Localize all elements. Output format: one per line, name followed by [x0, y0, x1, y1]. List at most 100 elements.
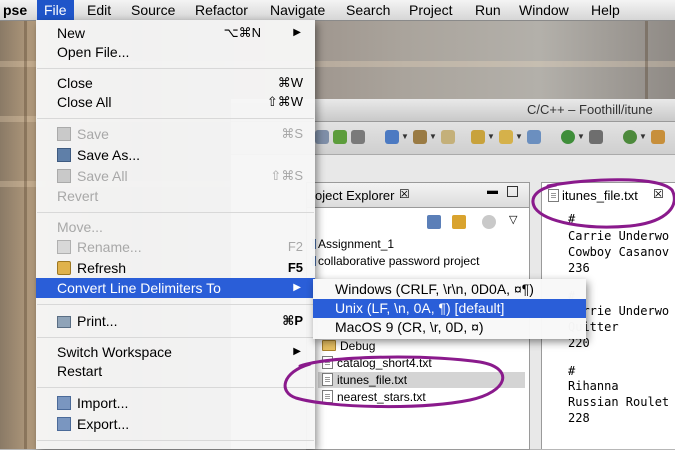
- menu-item-refresh[interactable]: Refresh F5: [36, 258, 315, 278]
- menu-item-convert-line-delimiters[interactable]: Convert Line Delimiters To ▶: [36, 278, 315, 298]
- chevron-down-icon[interactable]: ▼: [639, 132, 647, 141]
- maximize-icon[interactable]: [507, 186, 518, 197]
- menu-item-label: Save All: [77, 168, 128, 184]
- chevron-down-icon[interactable]: ▼: [487, 132, 495, 141]
- build-icon[interactable]: [385, 130, 399, 144]
- menu-item-label: Convert Line Delimiters To: [57, 280, 221, 296]
- chevron-down-icon[interactable]: ▼: [401, 132, 409, 141]
- menu-item-export[interactable]: Export...: [36, 414, 315, 434]
- binary-icon[interactable]: [441, 130, 455, 144]
- filter-icon[interactable]: [482, 215, 496, 229]
- menu-item-label: Save As...: [77, 147, 141, 163]
- tree-item-file[interactable]: nearest_stars.txt: [322, 389, 426, 405]
- submenu-arrow-icon: ▶: [293, 27, 301, 38]
- shortcut-label: F5: [287, 260, 303, 275]
- shortcut-label: ⌘P: [282, 313, 303, 328]
- editor-line: #: [568, 212, 576, 226]
- save-as-icon: [57, 148, 71, 162]
- menu-item-label: Restart: [57, 363, 103, 379]
- menu-edit[interactable]: Edit: [80, 0, 118, 20]
- chevron-down-icon[interactable]: ▼: [515, 132, 523, 141]
- menu-project[interactable]: Project: [402, 0, 460, 20]
- menu-file[interactable]: File: [37, 0, 74, 20]
- text-file-icon: [322, 390, 333, 403]
- menu-item-label: Import...: [77, 395, 129, 411]
- editor-tab-label: itunes_file.txt: [562, 188, 638, 203]
- toolbar-button-icon[interactable]: [315, 130, 329, 144]
- editor-tab[interactable]: itunes_file.txt ☒: [541, 182, 675, 207]
- toolbar-button-icon[interactable]: [351, 130, 365, 144]
- open-file-icon[interactable]: [527, 130, 541, 144]
- menu-item-label: Rename...: [77, 239, 142, 255]
- shortcut-label: ⌥⌘N: [223, 25, 261, 40]
- shortcut-label: ⌘W: [277, 75, 303, 90]
- chevron-down-icon[interactable]: ▼: [577, 132, 585, 141]
- new-folder-icon[interactable]: [471, 130, 485, 144]
- menu-item-move: Move...: [36, 217, 315, 237]
- menu-run[interactable]: Run: [468, 0, 508, 20]
- menu-item-close-all[interactable]: Close All ⇧⌘W: [36, 92, 315, 112]
- search-icon[interactable]: [651, 130, 665, 144]
- menu-source[interactable]: Source: [124, 0, 182, 20]
- menu-item-open-file[interactable]: Open File...: [36, 42, 315, 62]
- menu-item-print[interactable]: Print... ⌘P: [36, 311, 315, 331]
- close-icon[interactable]: ☒: [653, 187, 664, 201]
- shortcut-label: F2: [287, 239, 303, 254]
- tree-item-project[interactable]: collaborative password project: [312, 253, 479, 269]
- close-icon[interactable]: ☒: [399, 187, 410, 201]
- menu-separator: [37, 440, 314, 441]
- view-menu-icon[interactable]: ▽: [509, 213, 517, 226]
- chevron-down-icon[interactable]: ▼: [429, 132, 437, 141]
- tree-item-folder[interactable]: Debug: [322, 338, 375, 354]
- debug-icon[interactable]: [589, 130, 603, 144]
- menu-item-label: Switch Workspace: [57, 344, 172, 360]
- menu-separator: [37, 118, 314, 119]
- menu-help[interactable]: Help: [584, 0, 627, 20]
- line-delimiters-submenu: Windows (CRLF, \r\n, 0D0A, ¤¶) Unix (LF,…: [313, 279, 586, 339]
- rename-icon: [57, 240, 71, 254]
- menu-item-save-as[interactable]: Save As...: [36, 145, 315, 165]
- tree-item-label: catalog_short4.txt: [337, 356, 432, 370]
- settings-gear-icon[interactable]: [623, 130, 637, 144]
- refresh-icon: [57, 261, 71, 275]
- menu-item-close[interactable]: Close ⌘W: [36, 73, 315, 93]
- tree-item-label: Debug: [340, 339, 376, 353]
- hammer-icon[interactable]: [413, 130, 427, 144]
- menu-item-import[interactable]: Import...: [36, 393, 315, 413]
- submenu-item-macos9[interactable]: MacOS 9 (CR, \r, 0D, ¤): [313, 318, 586, 337]
- tree-item-file[interactable]: catalog_short4.txt: [322, 355, 432, 371]
- menu-item-restart[interactable]: Restart: [36, 361, 315, 381]
- export-icon: [57, 417, 71, 431]
- minimize-icon[interactable]: ▬: [487, 185, 498, 197]
- menu-item-new[interactable]: New ⌥⌘N ▶: [36, 23, 315, 43]
- app-menu[interactable]: pse: [0, 0, 34, 20]
- tree-item-label: collaborative password project: [318, 254, 480, 268]
- menu-window[interactable]: Window: [512, 0, 576, 20]
- shortcut-label: ⌘S: [281, 126, 303, 141]
- project-explorer-tab[interactable]: oject Explorer ☒ ▬: [306, 182, 530, 208]
- menu-item-label: Save: [77, 126, 109, 142]
- toolbar-button-icon[interactable]: [333, 130, 347, 144]
- new-class-icon[interactable]: [499, 130, 513, 144]
- menu-item-label: Print...: [77, 313, 118, 329]
- menu-item-rename: Rename... F2: [36, 237, 315, 257]
- link-with-editor-icon[interactable]: [452, 215, 466, 229]
- text-file-icon: [548, 189, 559, 202]
- menu-item-label: Refresh: [77, 260, 127, 276]
- tree-item-file-selected[interactable]: itunes_file.txt: [318, 372, 525, 388]
- menu-item-label: Unix (LF, \n, 0A, ¶) [default]: [335, 300, 505, 316]
- editor-line: Cowboy Casanov: [568, 245, 670, 259]
- menu-item-switch-workspace[interactable]: Switch Workspace ▶: [36, 342, 315, 362]
- menu-separator: [37, 387, 314, 388]
- menu-search[interactable]: Search: [339, 0, 397, 20]
- submenu-item-unix[interactable]: Unix (LF, \n, 0A, ¶) [default]: [313, 299, 586, 318]
- menu-navigate[interactable]: Navigate: [263, 0, 332, 20]
- run-icon[interactable]: [561, 130, 575, 144]
- menu-item-label: Close All: [57, 94, 112, 110]
- menu-refactor[interactable]: Refactor: [188, 0, 255, 20]
- tree-item-project[interactable]: Assignment_1: [312, 236, 394, 252]
- submenu-item-windows[interactable]: Windows (CRLF, \r\n, 0D0A, ¤¶): [313, 280, 586, 299]
- collapse-all-icon[interactable]: [427, 215, 441, 229]
- tree-item-label: nearest_stars.txt: [337, 390, 426, 404]
- menu-separator: [37, 304, 314, 305]
